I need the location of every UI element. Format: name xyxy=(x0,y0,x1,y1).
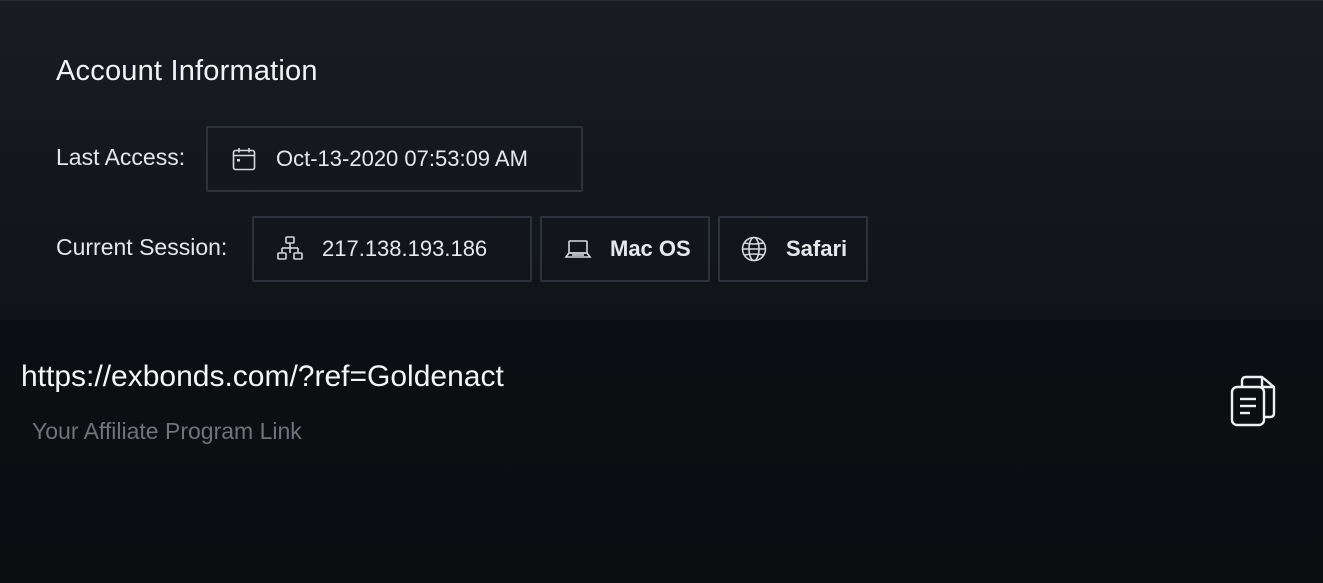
last-access-chip: Oct-13-2020 07:53:09 AM xyxy=(206,126,583,192)
session-browser-value: Safari xyxy=(786,236,848,261)
account-information-panel: Account Information Last Access: Oct-13-… xyxy=(0,0,1323,321)
session-ip-chip: 217.138.193.186 xyxy=(252,216,532,282)
copy-icon xyxy=(1228,373,1280,434)
laptop-icon xyxy=(564,235,592,263)
current-session-label: Current Session: xyxy=(56,234,228,260)
session-os-chip: Mac OS xyxy=(540,216,710,282)
last-access-label: Last Access: xyxy=(56,144,186,170)
account-page: Account Information Last Access: Oct-13-… xyxy=(0,0,1323,583)
network-icon xyxy=(276,235,304,263)
affiliate-link[interactable]: https://exbonds.com/?ref=Goldenact xyxy=(21,360,504,394)
globe-icon xyxy=(740,235,768,263)
section-title: Account Information xyxy=(56,55,318,87)
session-os-value: Mac OS xyxy=(610,236,691,261)
session-ip-value: 217.138.193.186 xyxy=(322,236,488,261)
copy-link-button[interactable] xyxy=(1226,374,1282,432)
session-browser-chip: Safari xyxy=(718,216,868,282)
last-access-value: Oct-13-2020 07:53:09 AM xyxy=(276,146,528,171)
affiliate-link-caption: Your Affiliate Program Link xyxy=(32,418,302,444)
calendar-icon xyxy=(230,145,258,173)
